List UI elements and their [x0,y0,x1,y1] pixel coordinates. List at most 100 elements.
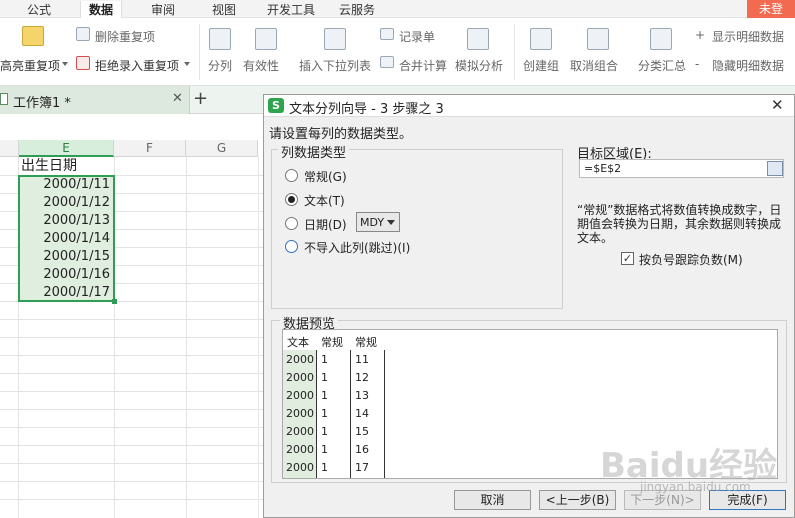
radio-text[interactable] [285,193,298,206]
consolidate-icon [380,56,394,68]
gridline [0,373,265,374]
consolidate-button[interactable]: 合并计算 [399,57,447,74]
selection-range [18,175,115,302]
validity-button[interactable]: 有效性 [243,57,279,74]
document-tab-label: 工作簿1 * [13,96,71,111]
target-area-input[interactable]: =$E$2 [579,159,784,178]
simulate-icon [467,28,489,50]
validity-icon [255,28,277,50]
track-negative-label[interactable]: 按负号跟踪负数(M) [639,251,743,268]
split-column-icon [209,28,231,50]
close-icon[interactable]: ✕ [771,96,784,114]
insert-dropdown-button[interactable]: 插入下拉列表 [299,57,371,74]
show-detail-button[interactable]: 显示明细数据 [712,28,784,45]
gridline [0,445,265,446]
tab-review[interactable]: 审阅 [151,1,175,18]
gridline [0,319,265,320]
subtotal-icon [650,28,672,50]
document-icon [0,93,8,105]
corner-header [0,140,19,157]
minus-icon: - [695,57,700,71]
date-format-value: MDY [360,216,385,229]
preview-cell: 1 [321,407,328,420]
radio-skip-label[interactable]: 不导入此列(跳过)(I) [304,239,410,256]
plus-icon: + [695,28,706,42]
column-header-e[interactable]: E [19,140,114,157]
preview-cell: 2000 [286,461,314,474]
dropdown-arrow-icon [62,62,68,69]
gridline [0,499,265,500]
column-separator [316,350,317,478]
group-label: 列数据类型 [278,142,350,161]
preview-header: 常规 [321,336,343,349]
radio-date-label[interactable]: 日期(D) [304,216,347,233]
target-area-value: =$E$2 [584,162,622,175]
group-icon [530,28,552,50]
format-note: “常规”数据格式将数值转换成数字，日期值会转换为日期，其余数据则转换成文本。 [577,203,782,245]
tab-data[interactable]: 数据 [80,1,123,20]
gridline [0,481,265,482]
tab-formula[interactable]: 公式 [27,1,51,18]
tab-developer[interactable]: 开发工具 [267,1,315,18]
track-negative-checkbox[interactable]: ✓ [621,252,634,265]
radio-date[interactable] [285,217,298,230]
fill-handle[interactable] [112,299,117,304]
radio-skip[interactable] [285,240,298,253]
instruction-text: 请设置每列的数据类型。 [269,127,413,142]
chevron-down-icon [387,220,395,229]
tab-view[interactable]: 视图 [212,1,236,18]
preview-header: 文本 [287,336,309,349]
ungroup-button[interactable]: 取消组合 [570,57,618,74]
reject-dup-button[interactable]: 拒绝录入重复项 [95,57,179,74]
dropdown-arrow-icon [184,62,190,69]
reject-dup-icon [76,56,90,70]
create-group-button[interactable]: 创建组 [523,57,559,74]
gridline [0,391,265,392]
preview-cell: 2000 [286,425,314,438]
subtotal-button[interactable]: 分类汇总 [638,57,686,74]
tab-cloud[interactable]: 云服务 [339,1,375,18]
preview-cell: 15 [355,425,369,438]
column-separator [384,350,385,478]
cell-e1-header[interactable]: 出生日期 [19,157,114,175]
preview-cell: 2000 [286,443,314,456]
preview-cell: 1 [321,353,328,366]
preview-cell: 1 [321,425,328,438]
preview-cell: 16 [355,443,369,456]
preview-cell: 13 [355,389,369,402]
record-form-button[interactable]: 记录单 [399,28,435,45]
watermark-url: jingyan.baidu.com [640,480,751,494]
divider [199,24,200,80]
record-form-icon [380,28,394,40]
preview-cell: 1 [321,389,328,402]
split-column-button[interactable]: 分列 [208,57,232,74]
document-tab[interactable]: 工作簿1 * ✕ [0,86,190,114]
radio-general-label[interactable]: 常规(G) [304,168,347,185]
previous-button[interactable]: <上一步(B) [539,490,616,510]
login-badge[interactable]: 未登 [747,0,795,18]
radio-general[interactable] [285,169,298,182]
hide-detail-button[interactable]: 隐藏明细数据 [712,57,784,74]
new-tab-plus-icon[interactable]: + [193,88,208,109]
preview-cell: 2000 [286,353,314,366]
divider [514,24,515,80]
cancel-button[interactable]: 取消 [454,490,531,510]
column-header-g[interactable]: G [186,140,258,157]
preview-cell: 1 [321,371,328,384]
dropdown-list-icon [324,28,346,50]
simulate-button[interactable]: 模拟分析 [455,57,503,74]
gridline [0,409,265,410]
highlight-dup-icon [22,26,44,46]
date-format-select[interactable]: MDY [356,212,400,232]
close-icon[interactable]: ✕ [172,91,183,106]
highlight-dup-button[interactable]: 高亮重复项 [0,57,60,74]
preview-cell: 12 [355,371,369,384]
delete-dup-button[interactable]: 删除重复项 [95,28,155,45]
preview-cell: 1 [321,461,328,474]
column-header-f[interactable]: F [114,140,186,157]
ribbon-toolbar: 高亮重复项 删除重复项 拒绝录入重复项 分列 有效性 插入下拉列表 记录单 合并… [0,18,795,86]
radio-text-label[interactable]: 文本(T) [304,192,345,209]
preview-cell: 11 [355,353,369,366]
range-picker-icon[interactable] [767,161,783,176]
dialog-titlebar: S 文本分列向导 - 3 步骤之 3 ✕ [264,95,794,117]
